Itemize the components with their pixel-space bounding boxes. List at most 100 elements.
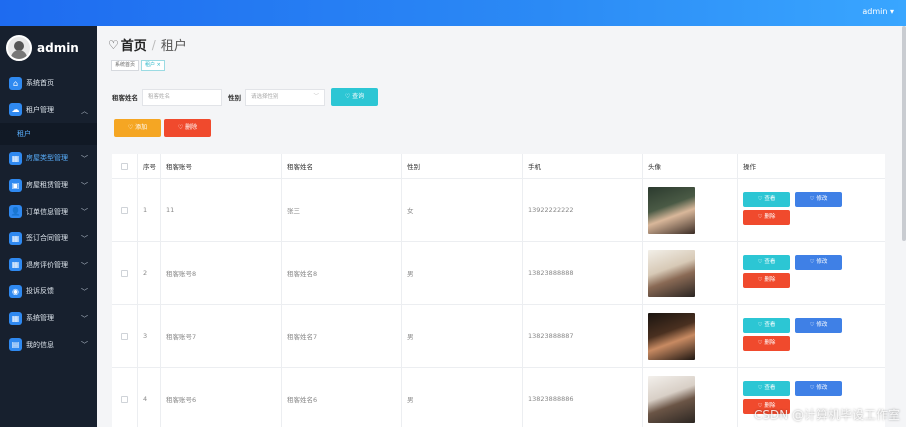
avatar-photo [648,186,695,234]
sidebar-item-complaints[interactable]: ◉ 投诉反馈 ﹀ [0,278,97,305]
sidebar-item-house-rental[interactable]: ▣ 房屋租赁管理 ﹀ [0,172,97,199]
row-delete-button[interactable]: ♡ 删除 [743,210,790,225]
row-checkbox[interactable] [121,395,128,403]
sidebar-item-checkout-review[interactable]: ▦ 退房评价管理 ﹀ [0,252,97,279]
sidebar-item-system[interactable]: ▦ 系统管理 ﹀ [0,305,97,332]
sidebar-item-tenant-management[interactable]: ☁ 租户管理 ︿ [0,97,97,124]
edit-button[interactable]: ♡ 修改 [795,255,842,270]
row-checkbox-cell [112,305,138,367]
table-row: 3 租客账号7 租客姓名7 男 13823888887 ♡ 查看 ♡ 修改 ♡ … [112,305,885,368]
cell-avatar [643,242,738,304]
sidebar-item-label: 系统管理 [26,314,54,323]
sidebar-item-house-type[interactable]: ▦ 房屋类型管理 ﹀ [0,145,97,172]
cell-avatar [643,179,738,241]
select-all-checkbox[interactable] [121,162,128,170]
header-cell: 手机 [523,154,643,178]
sidebar-item-label: 租户管理 [26,105,54,114]
house-icon: ▣ [9,178,22,192]
gender-label: 性别 [228,94,241,102]
cell-index: 3 [138,305,161,367]
main-content: ♡ 首页 / 租户 系统首页 租户 × 租客姓名 租客姓名 性别 请选择性别 ﹀… [97,26,906,427]
tag-bar: 系统首页 租户 × [111,60,167,71]
delete-button[interactable]: ♡ 删除 [164,119,211,137]
cell-account: 租客账号7 [161,305,282,367]
add-button[interactable]: ♡ 添加 [114,119,161,137]
tag-home[interactable]: 系统首页 [111,60,140,71]
table-row: 1 11 张三 女 13922222222 ♡ 查看 ♡ 修改 ♡ 删除 [112,179,885,242]
table-row: 2 租客账号8 租客姓名8 男 13823888888 ♡ 查看 ♡ 修改 ♡ … [112,242,885,305]
name-label: 租客姓名 [112,94,138,102]
user-menu[interactable]: admin ▾ [862,7,894,16]
brand-name: admin [37,41,79,55]
top-bar: admin ▾ [0,0,906,26]
view-button[interactable]: ♡ 查看 [743,381,790,396]
header-cell: 租客姓名 [282,154,402,178]
sidebar-item-home[interactable]: ⌂ 系统首页 [0,70,97,97]
row-checkbox-cell [112,368,138,427]
chevron-down-icon: ﹀ [81,208,88,217]
chevron-down-icon: ﹀ [81,234,88,243]
grid-icon: ▦ [9,231,22,245]
cell-actions: ♡ 查看 ♡ 修改 ♡ 删除 [738,242,885,304]
edit-button[interactable]: ♡ 修改 [795,192,842,207]
gender-select-placeholder: 请选择性别 [251,93,279,100]
breadcrumb-current: 租户 [160,39,187,54]
edit-button[interactable]: ♡ 修改 [795,381,842,396]
sidebar-item-contracts[interactable]: ▦ 签订合同管理 ﹀ [0,225,97,252]
sidebar-item-my-info[interactable]: ▤ 我的信息 ﹀ [0,331,97,358]
grid-icon: ▦ [9,311,22,325]
chevron-up-icon: ︿ [81,106,88,115]
page-scrollbar[interactable] [902,26,906,241]
sidebar-item-label: 签订合同管理 [26,234,68,243]
tag-tenant[interactable]: 租户 × [141,60,165,71]
chevron-down-icon: ﹀ [313,93,319,100]
breadcrumb-home[interactable]: 首页 [121,35,147,54]
chevron-down-icon: ﹀ [81,181,88,190]
row-checkbox-cell [112,179,138,241]
grid-icon: ▦ [9,258,22,272]
header-cell: 性别 [402,154,523,178]
cell-avatar [643,305,738,367]
sidebar-item-label: 系统首页 [26,79,54,88]
cell-account: 11 [161,179,282,241]
gender-select[interactable]: 请选择性别 ﹀ [245,88,325,106]
name-search-input[interactable]: 租客姓名 [142,88,222,106]
search-bar: 租客姓名 租客姓名 性别 请选择性别 ﹀ ♡ 查询 [112,88,378,106]
grid-icon: ▦ [9,151,22,165]
view-button[interactable]: ♡ 查看 [743,318,790,333]
row-delete-button[interactable]: ♡ 删除 [743,336,790,351]
chevron-down-icon: ﹀ [81,261,88,270]
header-cell: 序号 [138,154,161,178]
chevron-down-icon: ﹀ [81,288,88,297]
header-cell: 租客账号 [161,154,282,178]
cell-phone: 13823888887 [523,305,643,367]
sidebar-item-orders[interactable]: 👤 订单信息管理 ﹀ [0,198,97,225]
cell-index: 2 [138,242,161,304]
tenant-table: 序号 租客账号 租客姓名 性别 手机 头像 操作 1 11 张三 女 13922… [112,154,885,427]
cell-phone: 13823888886 [523,368,643,427]
edit-button[interactable]: ♡ 修改 [795,318,842,333]
cell-gender: 男 [402,368,523,427]
home-icon: ⌂ [9,76,22,90]
sidebar-item-label: 投诉反馈 [26,287,54,296]
row-checkbox[interactable] [121,206,128,214]
cell-account: 租客账号8 [161,242,282,304]
cell-name: 租客姓名7 [282,305,402,367]
cell-phone: 13823888888 [523,242,643,304]
row-checkbox-cell [112,242,138,304]
chevron-down-icon: ﹀ [81,155,88,164]
row-delete-button[interactable]: ♡ 删除 [743,273,790,288]
user-icon: 👤 [9,205,22,219]
search-button[interactable]: ♡ 查询 [331,88,378,106]
cell-gender: 女 [402,179,523,241]
row-checkbox[interactable] [121,269,128,277]
sidebar: admin ⌂ 系统首页 ☁ 租户管理 ︿ 租户 ▦ 房屋类型管理 ﹀ ▣ 房屋… [0,26,97,427]
sidebar-subitem-tenant[interactable]: 租户 [0,123,97,146]
sidebar-item-label: 订单信息管理 [26,207,68,216]
select-all-cell [112,154,138,178]
view-button[interactable]: ♡ 查看 [743,255,790,270]
sidebar-item-label: 我的信息 [26,340,54,349]
row-checkbox[interactable] [121,332,128,340]
view-button[interactable]: ♡ 查看 [743,192,790,207]
cell-actions: ♡ 查看 ♡ 修改 ♡ 删除 [738,305,885,367]
